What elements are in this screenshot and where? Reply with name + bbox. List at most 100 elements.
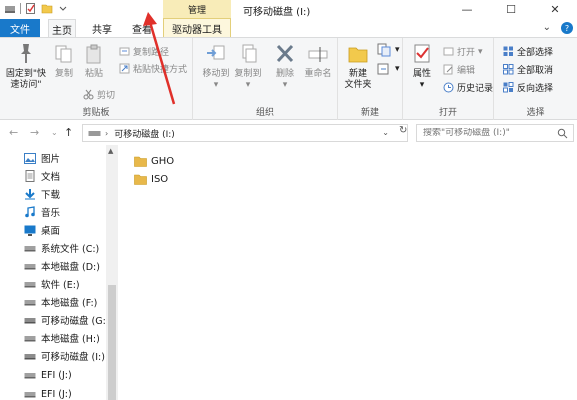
nav-item-label: 本地磁盘 (F:) [41,298,98,309]
context-tab-group: 管理 [163,0,231,19]
history-button[interactable]: 历史记录 [443,81,493,94]
nav-item-label: EFI (J:) [41,388,72,400]
ribbon-tabs: 文件 主页 共享 查看 驱动器工具 ⌄ ? [0,19,577,38]
nav-item[interactable]: 文档 [24,168,60,184]
invert-selection-label: 反向选择 [517,84,554,94]
forward-arrow-icon[interactable]: → [30,126,39,139]
rename-label: 重命名 [304,69,332,79]
nav-item[interactable]: 可移动磁盘 (G:) [24,312,110,328]
history-label: 历史记录 [457,84,494,94]
nav-item[interactable]: 下载 [24,186,60,202]
nav-item[interactable]: 音乐 [24,204,60,220]
nav-item[interactable]: 图片 [24,150,60,166]
new-folder-icon [348,47,368,63]
window-controls: — ☐ ✕ [445,0,577,19]
organize-group: 移动到 ▾ 复制到 ▾ 删除 ▾ 重命名 组织 [193,38,338,120]
nav-item[interactable]: 软件 (E:) [24,276,80,292]
pin-quick-access-button[interactable]: 固定到"快 速访问" [2,42,50,91]
properties-button[interactable]: 属性 ▾ [407,42,437,91]
drive-icon [24,334,36,343]
refresh-icon[interactable]: ↻ [399,125,407,136]
cut-button[interactable]: 剪切 [83,88,115,101]
chevron-down-icon: ▾ [419,80,425,90]
drive-icon[interactable] [4,2,16,15]
nav-item[interactable]: 系统文件 (C:) [24,240,99,256]
tab-drive-tools[interactable]: 驱动器工具 [163,19,231,37]
minimize-button[interactable]: — [445,0,489,19]
chevron-down-icon: ▾ [282,80,288,90]
nav-item-label: 图片 [41,154,61,165]
drive-icon [24,280,36,289]
tab-share[interactable]: 共享 [86,19,118,37]
open-button[interactable]: 打开 ▾ [443,45,483,58]
rename-button[interactable]: 重命名 [301,42,335,80]
new-folder-button[interactable]: 新建 文件夹 [342,42,374,91]
drive-icon [24,371,36,380]
move-to-button[interactable]: 移动到 ▾ [201,42,231,91]
nav-item[interactable]: 本地磁盘 (H:) [24,330,100,346]
chevron-right-icon: › [105,128,109,138]
drive-icon [24,298,36,307]
file-list-item[interactable]: ISO [134,171,168,187]
chevron-down-icon[interactable]: ⌄ [382,128,389,137]
file-list-item[interactable]: GHO [134,153,174,169]
invert-selection-button[interactable]: 反向选择 [503,81,553,94]
organize-group-label: 组织 [255,108,274,118]
nav-item[interactable]: 本地磁盘 (D:) [24,258,100,274]
new-group-label: 新建 [360,108,379,118]
tab-view[interactable]: 查看 [126,19,158,37]
nav-item-label: 音乐 [41,208,61,219]
nav-item[interactable]: 桌面 [24,222,60,238]
search-input[interactable] [423,128,558,138]
address-bar[interactable]: › 可移动磁盘 (I:) ⌄ [82,124,408,142]
desktop-icon [24,225,36,236]
new-item-button[interactable]: ▾ [376,43,400,57]
edit-button[interactable]: 编辑 [443,63,475,76]
navigation-scrollbar[interactable]: ▲ [106,145,118,400]
pin-icon [21,44,31,63]
cut-label: 剪切 [97,91,116,101]
copy-to-button[interactable]: 复制到 ▾ [233,42,263,91]
tab-home[interactable]: 主页 [48,19,76,38]
paste-shortcut-button[interactable]: 粘贴快捷方式 [119,62,187,75]
help-icon[interactable]: ? [561,22,573,34]
new-folder-icon[interactable] [41,2,53,15]
select-none-button[interactable]: 全部取消 [503,63,553,76]
tab-file[interactable]: 文件 [0,19,40,37]
drive-icon [24,390,36,399]
paste-button[interactable]: 粘贴 [80,42,108,80]
chevron-down-icon[interactable]: ⌄ [543,22,551,34]
nav-item-label: 桌面 [41,226,61,237]
nav-item[interactable]: EFI (J:) [24,386,72,400]
nav-item[interactable]: 可移动磁盘 (I:) [24,348,105,364]
select-none-icon [503,64,514,75]
maximize-button[interactable]: ☐ [489,0,533,19]
navigation-pane: 图片文档下载音乐桌面系统文件 (C:) 本地磁盘 (D:) 软件 (E:) 本地磁盘 … [0,145,118,400]
copy-button[interactable]: 复制 [50,42,78,80]
pin-quick-access-label: 固定到"快 速访问" [5,69,47,90]
breadcrumb[interactable]: 可移动磁盘 (I:) [114,127,175,140]
search-box[interactable] [416,124,574,142]
properties-icon[interactable] [25,2,37,15]
copy-path-button[interactable]: 复制路径 [119,45,169,58]
close-button[interactable]: ✕ [533,0,577,19]
chevron-down-icon[interactable] [57,2,69,15]
scrollbar-thumb[interactable] [108,285,116,400]
nav-item[interactable]: EFI (J:) [24,367,72,383]
folder-icon [134,174,147,185]
easy-access-button[interactable]: ▾ [376,62,400,76]
usb-drive-icon [24,352,36,361]
search-icon [557,128,568,139]
window-title: 可移动磁盘 (I:) [243,7,311,18]
delete-button[interactable]: 删除 ▾ [271,42,299,91]
invert-selection-icon [503,82,514,93]
back-arrow-icon[interactable]: ← [9,126,18,139]
clipboard-group: 固定到"快 速访问" 复制 粘贴 复制路径 粘贴快捷方式 剪切 剪贴板 [0,38,193,120]
select-group-label: 选择 [526,108,545,118]
nav-item[interactable]: 本地磁盘 (F:) [24,294,97,310]
chevron-down-icon[interactable]: ⌄ [51,128,58,137]
nav-item-label: 可移动磁盘 (I:) [41,352,105,363]
chevron-up-icon[interactable]: ▲ [108,147,113,155]
select-all-button[interactable]: 全部选择 [503,45,553,58]
up-arrow-icon[interactable]: ↑ [64,126,73,139]
